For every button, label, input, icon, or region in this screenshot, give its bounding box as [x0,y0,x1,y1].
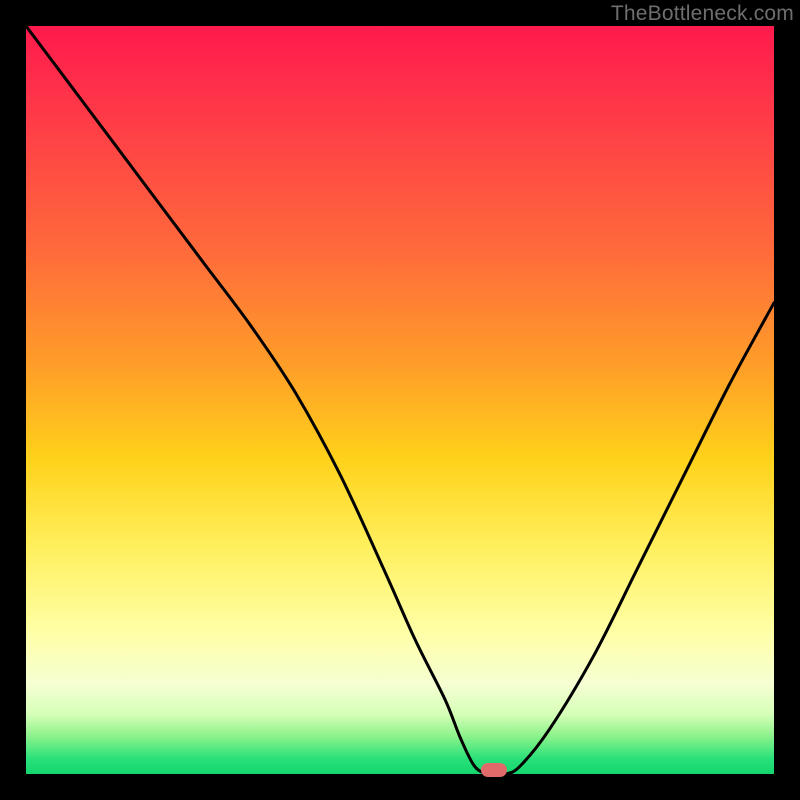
optimal-point-marker [481,763,507,777]
chart-container: TheBottleneck.com [0,0,800,800]
watermark-text: TheBottleneck.com [611,2,794,26]
bottleneck-curve-line [26,26,774,774]
plot-area [26,26,774,774]
curve-svg [26,26,774,774]
